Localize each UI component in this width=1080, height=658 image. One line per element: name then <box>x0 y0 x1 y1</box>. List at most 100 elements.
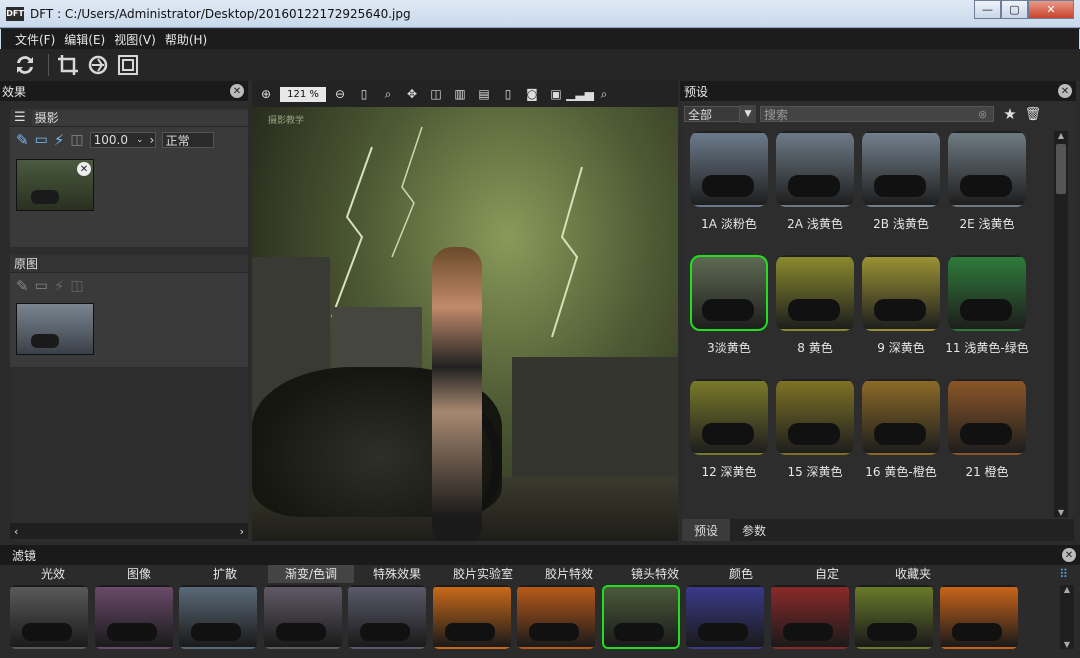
category-select[interactable]: 全部 <box>684 106 740 122</box>
filter-tab[interactable]: 胶片特效 <box>526 565 612 583</box>
close-effects-panel-icon[interactable]: ✕ <box>230 84 244 98</box>
zoom-level[interactable]: 121 % <box>280 86 326 102</box>
minimize-button[interactable]: — <box>974 0 1001 19</box>
histogram-icon[interactable]: ▁▃▅ <box>566 84 594 104</box>
preset-thumbnail[interactable] <box>862 255 940 331</box>
single-view-icon[interactable]: ▯ <box>498 84 518 104</box>
filter-thumbnail[interactable] <box>939 585 1018 649</box>
menu-file[interactable]: 文件(F) <box>15 31 55 48</box>
close-presets-panel-icon[interactable]: ✕ <box>1058 84 1072 98</box>
preset-thumbnail[interactable] <box>948 379 1026 455</box>
preset-thumbnail[interactable] <box>862 131 940 207</box>
filter-tab[interactable]: 光效 <box>10 565 96 583</box>
filters-scrollbar[interactable]: ▲ ▼ <box>1060 585 1074 649</box>
tab-presets[interactable]: 预设 <box>682 519 731 541</box>
original-thumbnail[interactable] <box>16 303 94 355</box>
preset-thumbnail[interactable] <box>690 255 768 331</box>
filter-thumbnail[interactable] <box>770 585 849 649</box>
filter-tab[interactable]: 自定 <box>784 565 870 583</box>
scroll-down-icon[interactable]: ▼ <box>1054 508 1068 517</box>
scroll-thumb[interactable] <box>1056 144 1066 194</box>
preset-item[interactable]: 9 深黄色 <box>858 255 944 356</box>
layer-menu-icon[interactable]: ☰ <box>14 110 26 125</box>
preset-thumbnail[interactable] <box>690 131 768 207</box>
layer-name[interactable]: 摄影 <box>31 109 248 126</box>
preset-thumbnail[interactable] <box>690 379 768 455</box>
menu-edit[interactable]: 编辑(E) <box>64 31 105 48</box>
maximize-button[interactable]: ▢ <box>1001 0 1028 19</box>
preset-item[interactable]: 3淡黄色 <box>686 255 772 356</box>
fit-frame-icon[interactable] <box>115 52 141 78</box>
star-icon[interactable]: ★ <box>1003 105 1016 123</box>
preset-thumbnail[interactable] <box>776 255 854 331</box>
preset-thumbnail[interactable] <box>948 131 1026 207</box>
scroll-up-icon[interactable]: ▲ <box>1054 131 1068 140</box>
photo-canvas[interactable]: 摄影教学 <box>252 107 678 541</box>
filter-tab[interactable]: 收藏夹 <box>870 565 956 583</box>
preset-item[interactable]: 16 黄色-橙色 <box>858 379 944 480</box>
preset-thumbnail[interactable] <box>948 255 1026 331</box>
filter-tab[interactable]: 特殊效果 <box>354 565 440 583</box>
filter-tab[interactable]: 渐变/色调 <box>268 565 354 583</box>
lightning-icon[interactable]: ⚡ <box>54 131 65 149</box>
filter-thumbnail[interactable] <box>179 585 257 649</box>
zoom-out-icon[interactable]: ⊖ <box>330 84 350 104</box>
trash-icon[interactable]: 🗑 <box>1025 107 1042 122</box>
grid-view-icon[interactable]: ⠿ <box>1059 567 1068 581</box>
filter-thumbnail[interactable] <box>855 585 933 649</box>
zoom-in-icon[interactable]: ⊕ <box>256 84 276 104</box>
rotate-icon[interactable] <box>85 52 111 78</box>
preset-item[interactable]: 12 深黄色 <box>686 379 772 480</box>
refresh-icon[interactable] <box>12 52 38 78</box>
preset-thumbnail[interactable] <box>862 379 940 455</box>
monitor-icon[interactable]: ▭ <box>35 132 48 148</box>
filter-thumbnail[interactable] <box>10 585 88 649</box>
filter-tab[interactable]: 胶片实验室 <box>440 565 526 583</box>
close-window-button[interactable]: ✕ <box>1028 0 1074 19</box>
preset-item[interactable]: 2A 浅黄色 <box>772 131 858 232</box>
edit-icon[interactable]: ✎ <box>16 131 29 149</box>
chevron-down-icon[interactable]: ▼ <box>740 105 756 123</box>
preset-item[interactable]: 8 黄色 <box>772 255 858 356</box>
crop-icon[interactable] <box>55 52 81 78</box>
preset-item[interactable]: 1A 淡粉色 <box>686 131 772 232</box>
magnifier-icon[interactable]: ⌕ <box>378 84 398 104</box>
filter-thumbnail[interactable] <box>263 585 342 649</box>
camera-icon[interactable]: ◙ <box>522 84 542 104</box>
preset-item[interactable]: 11 浅黄色-绿色 <box>944 255 1030 356</box>
scroll-down-icon[interactable]: ▼ <box>1060 640 1074 649</box>
filter-thumbnail[interactable] <box>601 585 680 649</box>
menu-view[interactable]: 视图(V) <box>114 31 156 48</box>
blend-mode-select[interactable]: 正常 <box>161 132 214 148</box>
close-filters-panel-icon[interactable]: ✕ <box>1062 548 1076 562</box>
tab-parameters[interactable]: 参数 <box>730 519 778 541</box>
search-input[interactable]: 搜索 <box>760 106 994 122</box>
preset-item[interactable]: 21 橙色 <box>944 379 1030 480</box>
image-icon[interactable]: ▣ <box>546 84 566 104</box>
preset-thumbnail[interactable] <box>776 379 854 455</box>
filter-thumbnail[interactable] <box>348 585 426 649</box>
chevron-down-icon[interactable]: ⌄ <box>136 135 144 145</box>
horizontal-scrollbar[interactable]: ‹ › <box>10 523 248 539</box>
preset-item[interactable]: 15 深黄色 <box>772 379 858 480</box>
opacity-input[interactable]: 100.0 ⌄ › <box>89 132 156 148</box>
fit-height-icon[interactable]: ▯ <box>354 84 374 104</box>
scroll-right-icon[interactable]: › <box>240 525 244 538</box>
clear-search-icon[interactable]: ⊗ <box>978 108 987 121</box>
menu-help[interactable]: 帮助(H) <box>165 31 207 48</box>
scroll-up-icon[interactable]: ▲ <box>1060 585 1074 594</box>
preset-item[interactable]: 2B 浅黄色 <box>858 131 944 232</box>
filter-tab[interactable]: 镜头特效 <box>612 565 698 583</box>
compare-icon[interactable]: ▥ <box>450 84 470 104</box>
presets-scrollbar[interactable]: ▲ ▼ <box>1054 131 1068 517</box>
filter-thumbnail[interactable] <box>686 585 764 649</box>
mask-icon[interactable]: ◫ <box>70 132 83 148</box>
filter-tab[interactable]: 颜色 <box>698 565 784 583</box>
filter-tab[interactable]: 图像 <box>96 565 182 583</box>
filter-thumbnail[interactable] <box>94 585 173 649</box>
preset-item[interactable]: 2E 浅黄色 <box>944 131 1030 232</box>
layer-thumbnail[interactable]: ✕ <box>16 159 94 211</box>
filter-thumbnail[interactable] <box>432 585 511 649</box>
chevron-right-icon[interactable]: › <box>150 133 155 147</box>
split-horizontal-icon[interactable]: ▤ <box>474 84 494 104</box>
